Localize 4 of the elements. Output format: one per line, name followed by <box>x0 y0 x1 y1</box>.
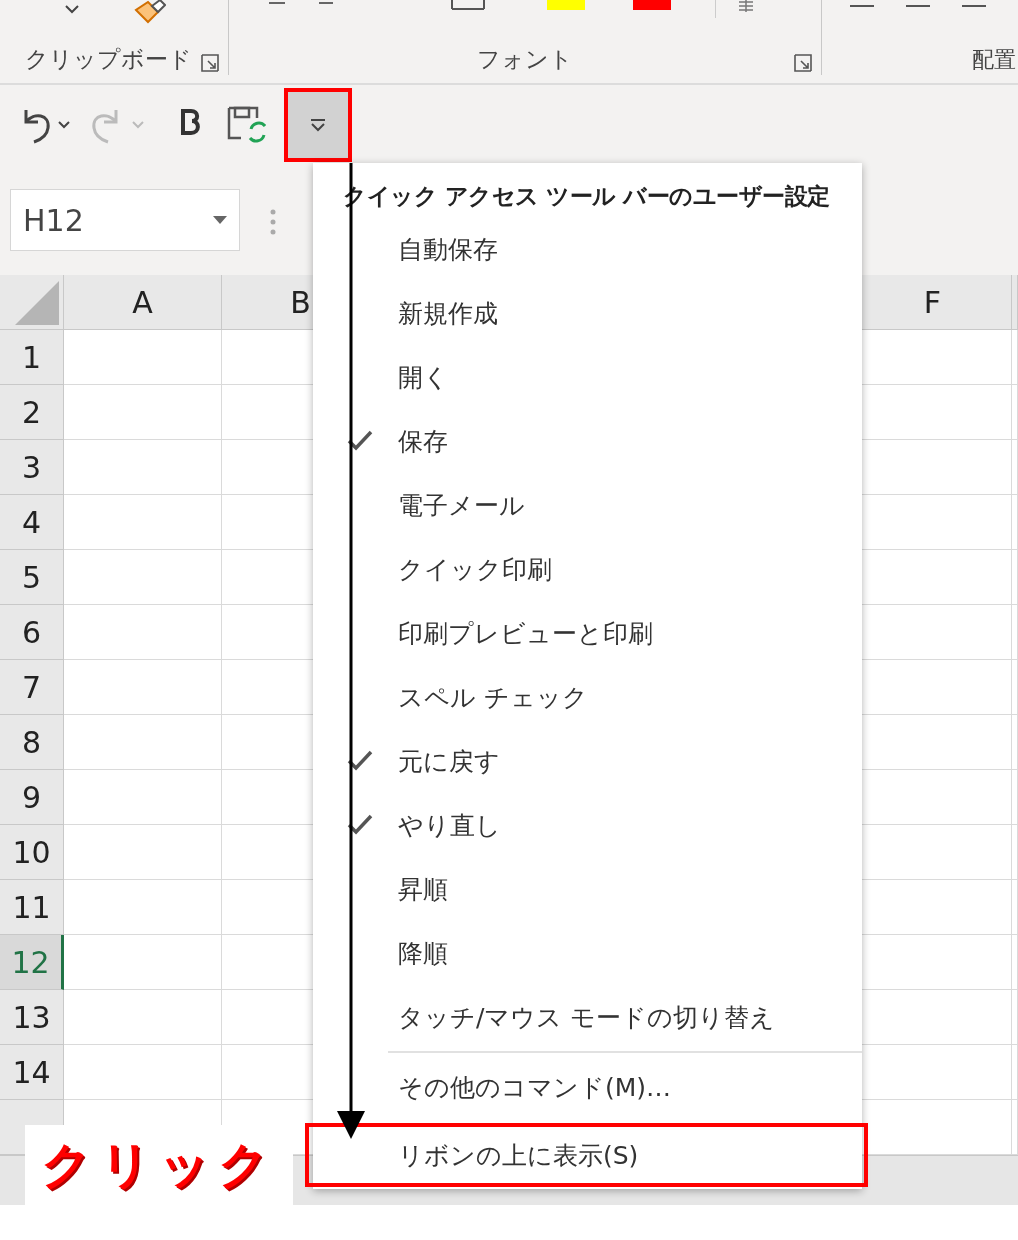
callout-text: クリック <box>41 1134 277 1196</box>
group-label: クリップボード <box>25 45 192 74</box>
group-label: 配置 <box>972 46 1016 74</box>
group-label: フォント <box>475 45 574 74</box>
